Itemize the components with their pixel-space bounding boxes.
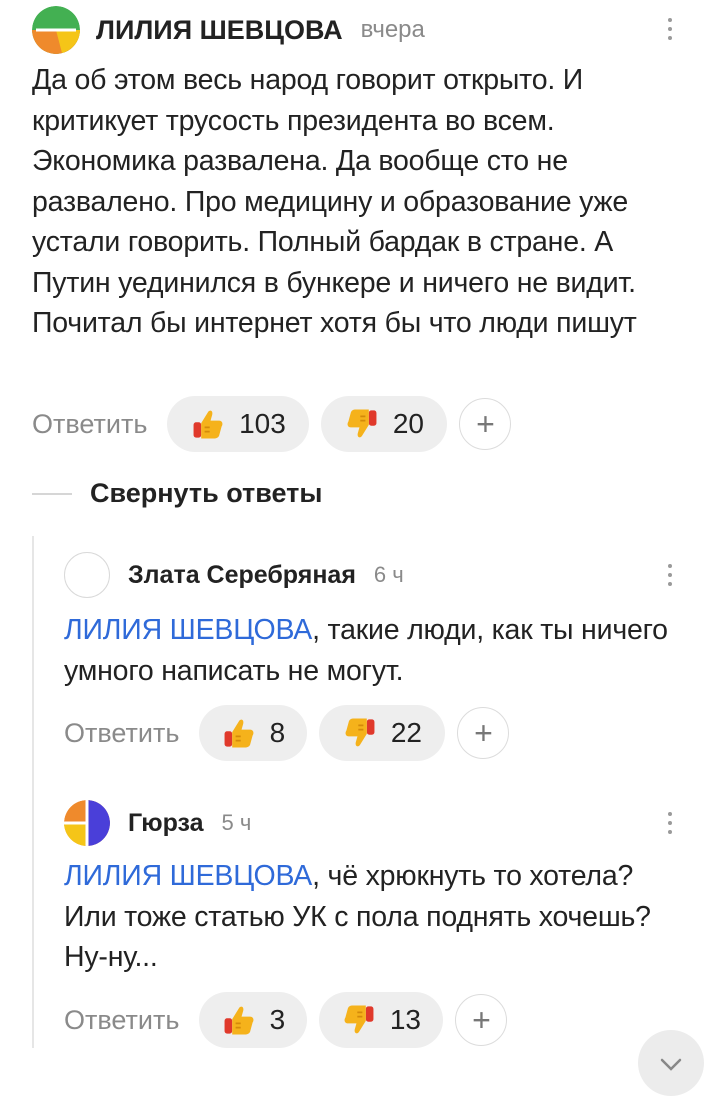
mention-link[interactable]: ЛИЛИЯ ШЕВЦОВА (64, 860, 312, 892)
comment-actions: Ответить 103 20 + (32, 396, 512, 452)
comment-header: ЛИЛИЯ ШЕВЦОВА вчера (32, 6, 425, 54)
reply-time: 5 ч (221, 810, 252, 835)
reply-button[interactable]: Ответить (64, 718, 179, 749)
reply-text: ЛИЛИЯ ШЕВЦОВА, чё хрюкнуть то хотела? Ил… (64, 856, 664, 978)
dislike-count: 13 (389, 1004, 421, 1035)
thumbs-down-icon (342, 1003, 376, 1037)
avatar[interactable] (32, 6, 80, 54)
reply-button[interactable]: Ответить (64, 1005, 179, 1036)
thumbs-up-icon (222, 716, 256, 750)
like-count: 103 (239, 408, 286, 439)
dislike-button[interactable]: 13 (319, 992, 444, 1048)
collapse-replies-button[interactable]: Свернуть ответы (32, 478, 322, 509)
thumbs-down-icon (343, 716, 377, 750)
thumbs-up-icon (191, 407, 225, 441)
avatar[interactable] (64, 552, 110, 598)
like-button[interactable]: 3 (199, 992, 308, 1048)
reply-header: Гюрза 5 ч (64, 800, 251, 846)
like-button[interactable]: 103 (167, 396, 310, 452)
author-name[interactable]: Гюрза (128, 809, 204, 838)
avatar[interactable] (64, 800, 110, 846)
author-name[interactable]: Злата Серебряная (128, 561, 356, 590)
reply-text: ЛИЛИЯ ШЕВЦОВА, такие люди, как ты ничего… (64, 610, 684, 691)
reply-actions: Ответить 3 13 + (64, 992, 508, 1048)
thumbs-down-icon (345, 407, 379, 441)
reply-header: Злата Серебряная 6 ч (64, 552, 404, 598)
comment-text: Да об этом весь народ говорит открыто. И… (32, 64, 637, 339)
collapse-replies-label: Свернуть ответы (90, 478, 323, 508)
add-reaction-button[interactable]: + (457, 707, 510, 759)
reply-button[interactable]: Ответить (32, 409, 147, 440)
like-button[interactable]: 8 (199, 705, 308, 761)
comment-time: вчера (360, 16, 425, 43)
more-vertical-icon[interactable] (658, 18, 682, 40)
dislike-count: 22 (390, 717, 422, 748)
thumbs-up-icon (222, 1003, 256, 1037)
dislike-button[interactable]: 20 (321, 396, 448, 452)
reply-actions: Ответить 8 22 + (64, 705, 510, 761)
dislike-count: 20 (392, 408, 424, 439)
collapse-divider (32, 492, 72, 495)
like-count: 3 (269, 1004, 286, 1035)
mention-link[interactable]: ЛИЛИЯ ШЕВЦОВА (64, 614, 312, 646)
like-count: 8 (269, 717, 286, 748)
scroll-down-button[interactable] (638, 1030, 704, 1096)
author-name[interactable]: ЛИЛИЯ ШЕВЦОВА (96, 15, 343, 46)
add-reaction-button[interactable]: + (459, 398, 512, 450)
reply-time: 6 ч (373, 562, 404, 587)
dislike-button[interactable]: 22 (319, 705, 446, 761)
add-reaction-button[interactable]: + (455, 994, 508, 1046)
thread-line (32, 536, 34, 1048)
more-vertical-icon[interactable] (658, 812, 682, 834)
more-vertical-icon[interactable] (658, 564, 682, 586)
chevron-down-icon (660, 1058, 682, 1071)
